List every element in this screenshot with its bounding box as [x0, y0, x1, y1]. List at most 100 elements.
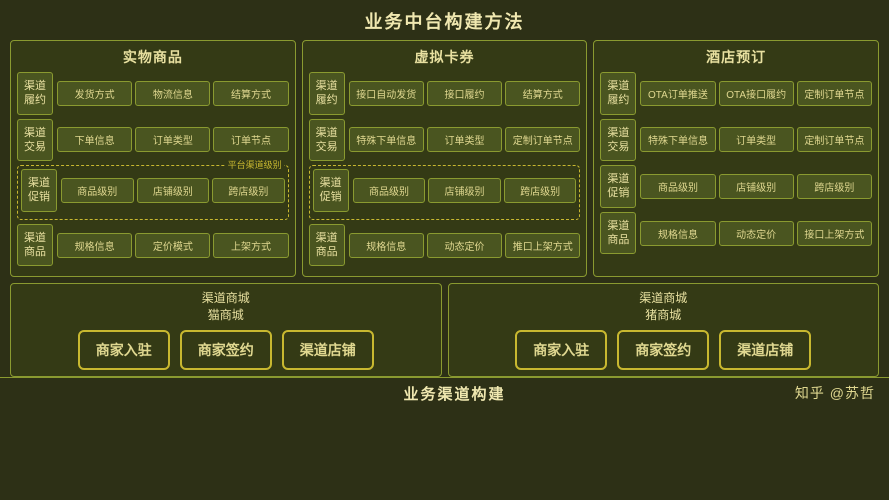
- row-group-virtual-card-3: 渠道 商品规格信息动态定价推口上架方式: [309, 224, 581, 267]
- bottom-btn-channel-mall-left-2[interactable]: 渠道店铺: [282, 330, 374, 370]
- row-group-virtual-card-1: 渠道 交易特殊下单信息订单类型定制订单节点: [309, 119, 581, 162]
- dashed-area-physical-goods-2: 平台渠道级别渠道 促销商品级别店铺级别跨店级别: [17, 165, 289, 220]
- cell-hotel-booking-1-2: 定制订单节点: [797, 127, 872, 152]
- row-group-hotel-booking-1: 渠道 交易特殊下单信息订单类型定制订单节点: [600, 119, 872, 162]
- cell-hotel-booking-0-1: OTA接口履约: [719, 81, 794, 106]
- bottom-buttons-channel-mall-left: 商家入驻商家签约渠道店铺: [78, 330, 374, 370]
- cell-hotel-booking-3-2: 接口上架方式: [797, 221, 872, 246]
- cell-virtual-card-0-2: 结算方式: [505, 81, 580, 106]
- row-label-hotel-booking-1: 渠道 交易: [600, 119, 636, 162]
- cells-hotel-booking-1: 特殊下单信息订单类型定制订单节点: [640, 127, 872, 152]
- row-group-physical-goods-2: 渠道 促销商品级别店铺级别跨店级别: [21, 169, 285, 212]
- row-label-virtual-card-2: 渠道 促销: [313, 169, 349, 212]
- section-title-virtual-card: 虚拟卡券: [309, 47, 581, 67]
- row-group-hotel-booking-2: 渠道 促销商品级别店铺级别跨店级别: [600, 165, 872, 208]
- cells-virtual-card-3: 规格信息动态定价推口上架方式: [349, 233, 581, 258]
- row-group-physical-goods-1: 渠道 交易下单信息订单类型订单节点: [17, 119, 289, 162]
- row-group-virtual-card-0: 渠道 履约接口自动发货接口履约结算方式: [309, 72, 581, 115]
- cells-virtual-card-0: 接口自动发货接口履约结算方式: [349, 81, 581, 106]
- section-title-hotel-booking: 酒店预订: [600, 47, 872, 67]
- cell-physical-goods-2-0: 商品级别: [61, 178, 134, 203]
- section-hotel-booking: 酒店预订渠道 履约OTA订单推送OTA接口履约定制订单节点渠道 交易特殊下单信息…: [593, 40, 879, 277]
- bottom-section-channel-mall-left: 渠道商城猫商城商家入驻商家签约渠道店铺: [10, 283, 442, 377]
- row-label-hotel-booking-2: 渠道 促销: [600, 165, 636, 208]
- cell-physical-goods-3-0: 规格信息: [57, 233, 132, 258]
- cell-physical-goods-1-0: 下单信息: [57, 127, 132, 152]
- cell-physical-goods-0-0: 发货方式: [57, 81, 132, 106]
- cell-physical-goods-2-1: 店铺级别: [137, 178, 210, 203]
- row-label-virtual-card-0: 渠道 履约: [309, 72, 345, 115]
- cell-virtual-card-1-1: 订单类型: [427, 127, 502, 152]
- cells-hotel-booking-3: 规格信息动态定价接口上架方式: [640, 221, 872, 246]
- cell-virtual-card-3-2: 推口上架方式: [505, 233, 580, 258]
- row-label-hotel-booking-3: 渠道 商品: [600, 212, 636, 255]
- cells-physical-goods-1: 下单信息订单类型订单节点: [57, 127, 289, 152]
- cell-virtual-card-1-2: 定制订单节点: [505, 127, 580, 152]
- cell-physical-goods-0-2: 结算方式: [213, 81, 288, 106]
- row-label-physical-goods-1: 渠道 交易: [17, 119, 53, 162]
- row-group-physical-goods-3: 渠道 商品规格信息定价模式上架方式: [17, 224, 289, 267]
- cell-physical-goods-3-1: 定价模式: [135, 233, 210, 258]
- row-label-physical-goods-0: 渠道 履约: [17, 72, 53, 115]
- row-label-virtual-card-3: 渠道 商品: [309, 224, 345, 267]
- cell-hotel-booking-2-1: 店铺级别: [719, 174, 794, 199]
- cell-virtual-card-3-0: 规格信息: [349, 233, 424, 258]
- cells-hotel-booking-2: 商品级别店铺级别跨店级别: [640, 174, 872, 199]
- row-group-physical-goods-0: 渠道 履约发货方式物流信息结算方式: [17, 72, 289, 115]
- cell-physical-goods-2-2: 跨店级别: [212, 178, 285, 203]
- cell-virtual-card-3-1: 动态定价: [427, 233, 502, 258]
- cell-hotel-booking-3-0: 规格信息: [640, 221, 715, 246]
- section-virtual-card: 虚拟卡券渠道 履约接口自动发货接口履约结算方式渠道 交易特殊下单信息订单类型定制…: [302, 40, 588, 277]
- cell-physical-goods-3-2: 上架方式: [213, 233, 288, 258]
- cell-virtual-card-2-1: 店铺级别: [428, 178, 501, 203]
- cells-physical-goods-2: 商品级别店铺级别跨店级别: [61, 178, 285, 203]
- cell-hotel-booking-1-0: 特殊下单信息: [640, 127, 715, 152]
- bottom-row: 渠道商城猫商城商家入驻商家签约渠道店铺渠道商城猪商城商家入驻商家签约渠道店铺: [10, 283, 879, 377]
- bottom-section-channel-mall-right: 渠道商城猪商城商家入驻商家签约渠道店铺: [448, 283, 880, 377]
- section-title-physical-goods: 实物商品: [17, 47, 289, 67]
- section-physical-goods: 实物商品渠道 履约发货方式物流信息结算方式渠道 交易下单信息订单类型订单节点平台…: [10, 40, 296, 277]
- main-content: 实物商品渠道 履约发货方式物流信息结算方式渠道 交易下单信息订单类型订单节点平台…: [0, 40, 889, 377]
- row-group-hotel-booking-3: 渠道 商品规格信息动态定价接口上架方式: [600, 212, 872, 255]
- cells-physical-goods-0: 发货方式物流信息结算方式: [57, 81, 289, 106]
- cell-virtual-card-2-2: 跨店级别: [504, 178, 577, 203]
- cells-physical-goods-3: 规格信息定价模式上架方式: [57, 233, 289, 258]
- bottom-btn-channel-mall-right-2[interactable]: 渠道店铺: [719, 330, 811, 370]
- cells-virtual-card-2: 商品级别店铺级别跨店级别: [353, 178, 577, 203]
- top-row: 实物商品渠道 履约发货方式物流信息结算方式渠道 交易下单信息订单类型订单节点平台…: [10, 40, 879, 277]
- cell-physical-goods-0-1: 物流信息: [135, 81, 210, 106]
- cell-hotel-booking-0-2: 定制订单节点: [797, 81, 872, 106]
- cell-physical-goods-1-2: 订单节点: [213, 127, 288, 152]
- bottom-btn-channel-mall-left-1[interactable]: 商家签约: [180, 330, 272, 370]
- cell-physical-goods-1-1: 订单类型: [135, 127, 210, 152]
- bottom-title-channel-mall-right: 渠道商城猪商城: [639, 290, 687, 324]
- cells-hotel-booking-0: OTA订单推送OTA接口履约定制订单节点: [640, 81, 872, 106]
- cell-virtual-card-0-0: 接口自动发货: [349, 81, 424, 106]
- row-label-physical-goods-3: 渠道 商品: [17, 224, 53, 267]
- row-group-virtual-card-2: 渠道 促销商品级别店铺级别跨店级别: [313, 169, 577, 212]
- footer-center: 业务渠道构建: [114, 383, 795, 404]
- page-title: 业务中台构建方法: [0, 0, 889, 40]
- bottom-buttons-channel-mall-right: 商家入驻商家签约渠道店铺: [515, 330, 811, 370]
- bottom-btn-channel-mall-left-0[interactable]: 商家入驻: [78, 330, 170, 370]
- cell-hotel-booking-0-0: OTA订单推送: [640, 81, 715, 106]
- bottom-btn-channel-mall-right-0[interactable]: 商家入驻: [515, 330, 607, 370]
- cells-virtual-card-1: 特殊下单信息订单类型定制订单节点: [349, 127, 581, 152]
- dashed-label: 平台渠道级别: [226, 158, 284, 171]
- row-label-virtual-card-1: 渠道 交易: [309, 119, 345, 162]
- row-label-hotel-booking-0: 渠道 履约: [600, 72, 636, 115]
- row-group-hotel-booking-0: 渠道 履约OTA订单推送OTA接口履约定制订单节点: [600, 72, 872, 115]
- bottom-btn-channel-mall-right-1[interactable]: 商家签约: [617, 330, 709, 370]
- cell-hotel-booking-3-1: 动态定价: [719, 221, 794, 246]
- cell-hotel-booking-1-1: 订单类型: [719, 127, 794, 152]
- cell-hotel-booking-2-2: 跨店级别: [797, 174, 872, 199]
- cell-hotel-booking-2-0: 商品级别: [640, 174, 715, 199]
- bottom-title-channel-mall-left: 渠道商城猫商城: [202, 290, 250, 324]
- dashed-area-virtual-card-2: 渠道 促销商品级别店铺级别跨店级别: [309, 165, 581, 220]
- footer: 业务渠道构建 知乎 @苏哲: [0, 377, 889, 409]
- footer-right: 知乎 @苏哲: [795, 383, 875, 403]
- cell-virtual-card-1-0: 特殊下单信息: [349, 127, 424, 152]
- row-label-physical-goods-2: 渠道 促销: [21, 169, 57, 212]
- cell-virtual-card-0-1: 接口履约: [427, 81, 502, 106]
- cell-virtual-card-2-0: 商品级别: [353, 178, 426, 203]
